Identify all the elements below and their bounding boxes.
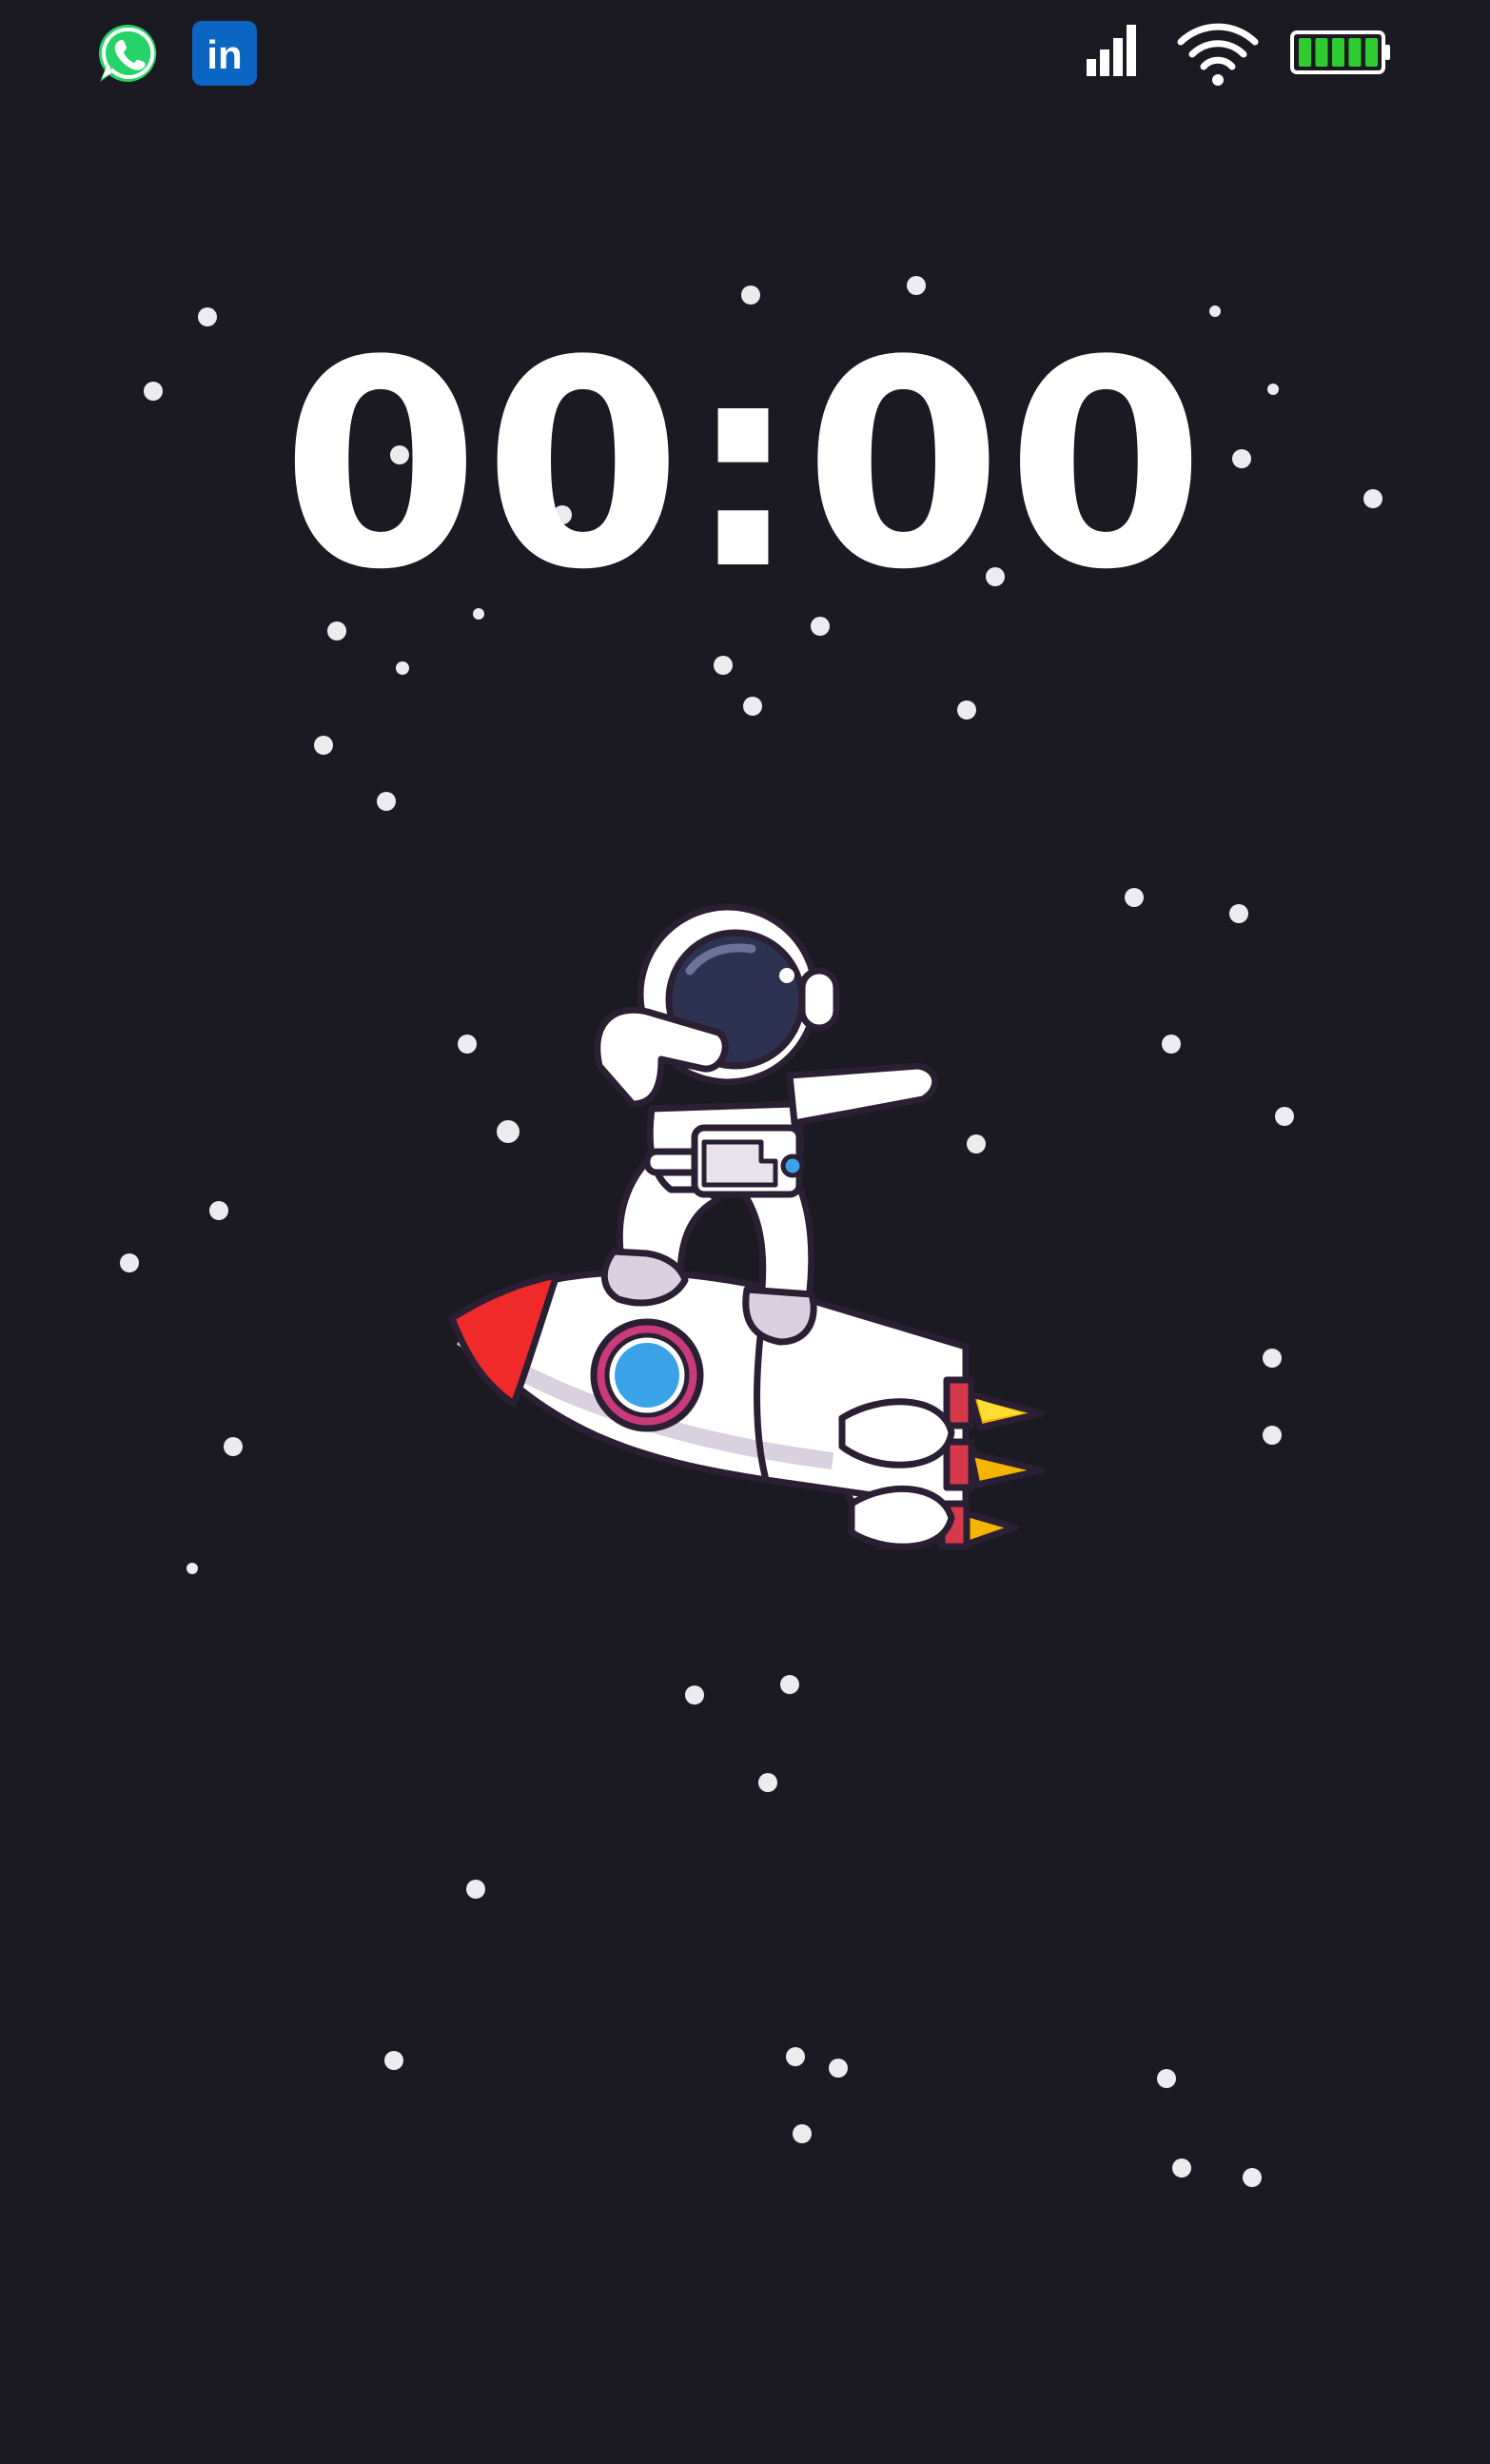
star: [780, 1675, 799, 1694]
star: [1229, 904, 1248, 923]
clock-time: 00:00: [281, 300, 1209, 632]
star: [907, 276, 926, 295]
star: [209, 1201, 228, 1220]
star: [743, 697, 762, 716]
astronaut-rocket-illustration: [448, 903, 1046, 1550]
star: [714, 656, 733, 675]
star: [829, 2059, 848, 2078]
star: [1162, 1035, 1181, 1054]
star: [1243, 2168, 1262, 2187]
star: [1172, 2158, 1191, 2178]
star: [396, 661, 409, 675]
star: [1263, 1426, 1282, 1445]
star: [793, 2124, 812, 2143]
star: [1125, 888, 1144, 907]
star: [466, 1880, 485, 1899]
star: [786, 2047, 805, 2066]
lock-screen: in 00:00: [0, 0, 1490, 2464]
star: [186, 1563, 198, 1574]
star: [314, 736, 333, 755]
star: [957, 700, 976, 719]
star: [377, 792, 396, 811]
star: [384, 2051, 403, 2070]
star: [685, 1685, 704, 1705]
star: [1263, 1349, 1282, 1368]
star: [1157, 2069, 1176, 2088]
star: [224, 1437, 243, 1456]
star: [120, 1253, 139, 1272]
star: [1275, 1107, 1294, 1126]
star: [758, 1773, 777, 1792]
